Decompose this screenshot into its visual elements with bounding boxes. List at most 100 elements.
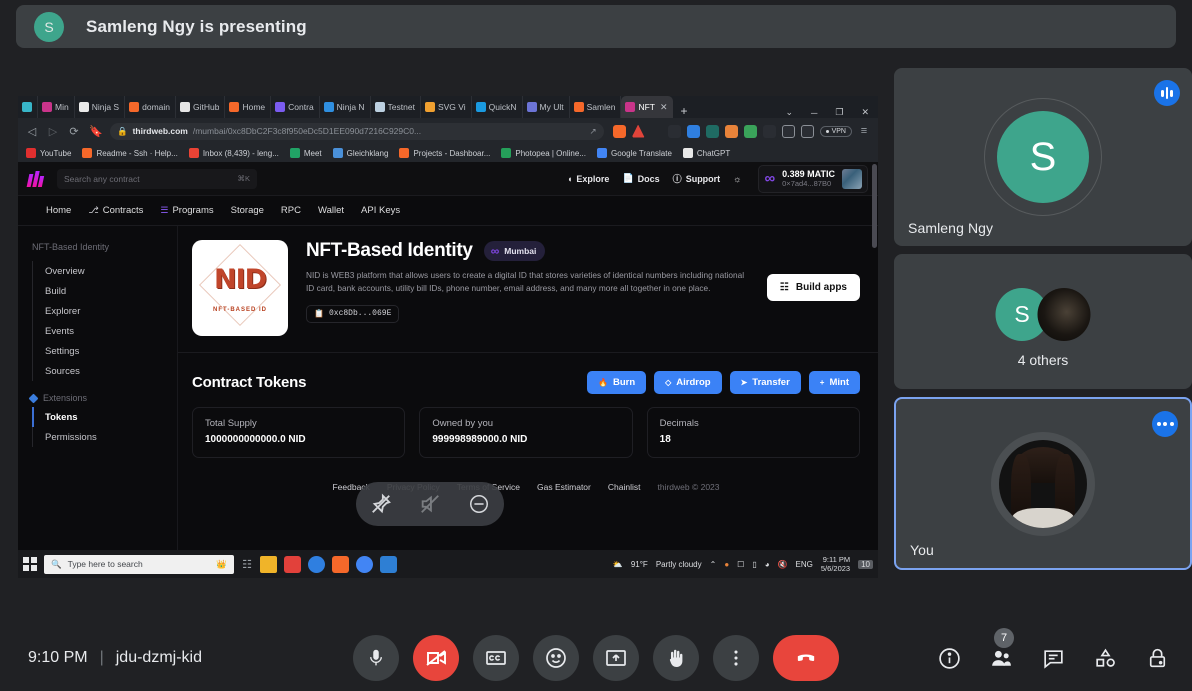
vscode-icon[interactable]: [380, 555, 397, 573]
sidebar-item-build[interactable]: Build: [45, 281, 177, 301]
file-explorer-icon[interactable]: [260, 555, 277, 573]
notification-icon[interactable]: 10: [858, 559, 873, 569]
browser-navbar[interactable]: ◁ ▷ ⟳ 🔖 🔒 thirdweb.com /mumbai/0xc8DbC2F…: [18, 118, 878, 144]
window-controls[interactable]: ⌄ ─ ❐ ✕: [776, 107, 878, 118]
thirdweb-tab-api-keys[interactable]: API Keys: [361, 205, 400, 216]
ext-teal-icon[interactable]: [705, 124, 719, 138]
share-overlay-controls[interactable]: [356, 482, 504, 526]
contract-sidebar[interactable]: NFT-Based Identity Overview Build Explorer…: [18, 226, 178, 550]
sidebar-item-permissions[interactable]: Permissions: [45, 427, 177, 447]
participant-tile-others[interactable]: S 4 others: [894, 254, 1192, 389]
camera-button[interactable]: [413, 635, 459, 681]
bookmark-item[interactable]: Readme - Ssh · Help...: [82, 148, 178, 158]
thirdweb-tab-home[interactable]: Home: [46, 205, 71, 216]
captions-button[interactable]: [473, 635, 519, 681]
windows-taskbar[interactable]: 🔍 Type here to search 👑 ☷ ⛅ 91°F Partly …: [18, 550, 878, 578]
sidebar-item-settings[interactable]: Settings: [45, 341, 177, 361]
thirdweb-tab-contracts[interactable]: ⎇ Contracts: [88, 205, 143, 216]
bookmark-item[interactable]: YouTube: [26, 148, 71, 158]
people-button[interactable]: 7: [988, 628, 1014, 671]
language-indicator[interactable]: ENG: [796, 560, 813, 569]
browser-extensions[interactable]: VPN ≡: [667, 124, 870, 138]
taskbar-tray[interactable]: ⛅ 91°F Partly cloudy ⌃ ● ☐ ▯ ◕ 🔇 ENG 9:1…: [613, 555, 873, 574]
browser-tab[interactable]: QuickN: [472, 96, 523, 118]
mute-icon[interactable]: [419, 493, 441, 515]
wallet-icon[interactable]: [800, 124, 814, 138]
browser-tab[interactable]: GitHub: [176, 96, 226, 118]
mint-button[interactable]: + Mint: [808, 371, 860, 394]
burn-button[interactable]: 🔥 Burn: [586, 371, 647, 394]
bookmarks-bar[interactable]: YouTube Readme - Ssh · Help... Inbox (8,43…: [18, 144, 878, 162]
browser-tabstrip[interactable]: Min Ninja S domain GitHub Home Contra Ninja N T…: [18, 96, 878, 118]
browser-tab[interactable]: Testnet: [371, 96, 421, 118]
more-options-icon[interactable]: [1152, 411, 1178, 437]
explore-link[interactable]: ◖ Explore: [567, 174, 609, 184]
chain-badge[interactable]: ∞ Mumbai: [483, 241, 546, 261]
sidebar-item-overview[interactable]: Overview: [45, 261, 177, 281]
puzzle-icon[interactable]: [762, 124, 776, 138]
airdrop-button[interactable]: ◇ Airdrop: [654, 371, 722, 394]
close-tab-icon[interactable]: ✕: [660, 102, 668, 113]
support-link[interactable]: ⓘ Support: [673, 172, 721, 185]
bookmark-item[interactable]: Meet: [289, 148, 322, 158]
start-button-icon[interactable]: [23, 557, 37, 571]
participant-tile-presenter[interactable]: S Samleng Ngy: [894, 68, 1192, 246]
wallet-button[interactable]: ∞ 0.389 MATIC 0×7ad4...87B0: [758, 164, 868, 193]
meet-side-actions[interactable]: 7: [936, 628, 1170, 671]
browser-tab[interactable]: [18, 96, 38, 118]
close-window-icon[interactable]: ✕: [852, 107, 878, 118]
browser-tab[interactable]: Ninja N: [320, 96, 371, 118]
bookmark-item[interactable]: Gleichklang: [332, 148, 388, 158]
metamask-icon[interactable]: [724, 124, 738, 138]
theme-toggle[interactable]: ☼: [733, 174, 741, 184]
address-bar[interactable]: 🔒 thirdweb.com /mumbai/0xc8DbC2F3c8f950e…: [110, 122, 604, 140]
minimize-overlay-icon[interactable]: [468, 493, 490, 515]
tray-expand-icon[interactable]: ⌃: [710, 560, 717, 569]
browser-tab[interactable]: Home: [225, 96, 272, 118]
browser-tab[interactable]: domain: [125, 96, 176, 118]
bookmark-item[interactable]: ChatGPT: [682, 148, 730, 158]
sidebar-item-explorer[interactable]: Explorer: [45, 301, 177, 321]
volume-muted-icon[interactable]: 🔇: [778, 560, 788, 569]
browser-tab[interactable]: Contra: [271, 96, 320, 118]
browser-tab[interactable]: Min: [38, 96, 75, 118]
tray-usb-icon[interactable]: ▯: [752, 560, 756, 569]
thirdweb-nav-right[interactable]: ◖ Explore 📄 Docs ⓘ Support ☼ ∞ 0.389 MATIC …: [567, 164, 868, 193]
sidebar-item-sources[interactable]: Sources: [45, 361, 177, 381]
thirdweb-footer[interactable]: FeedbackPrivacy PolicyTerms of ServiceGa…: [192, 482, 860, 492]
minimize-icon[interactable]: ─: [802, 108, 826, 118]
present-button[interactable]: [593, 635, 639, 681]
browser-tab[interactable]: Samlen: [570, 96, 622, 118]
browser-tab[interactable]: Ninja S: [75, 96, 126, 118]
thirdweb-tab-programs[interactable]: ☰ Programs: [160, 205, 213, 216]
forward-icon[interactable]: ▷: [47, 125, 59, 138]
host-controls-button[interactable]: [1144, 645, 1170, 671]
tab-search-icon[interactable]: ⌄: [776, 107, 802, 118]
build-apps-button[interactable]: ☷ Build apps: [766, 274, 860, 301]
share-icon[interactable]: ↗: [589, 126, 596, 137]
raise-hand-button[interactable]: [653, 635, 699, 681]
activities-button[interactable]: [1092, 645, 1118, 671]
thirdweb-tabs[interactable]: Home ⎇ Contracts ☰ Programs Storage RPC Wallet A…: [18, 196, 878, 226]
leave-call-button[interactable]: [773, 635, 839, 681]
browser-tab[interactable]: SVG Vi: [421, 96, 472, 118]
ext-blue-icon[interactable]: [686, 124, 700, 138]
store-icon[interactable]: [284, 555, 301, 573]
ext-green-icon[interactable]: [743, 124, 757, 138]
page-scrollbar[interactable]: [872, 164, 877, 248]
bookmark-item[interactable]: Inbox (8,439) - leng...: [188, 148, 279, 158]
transfer-button[interactable]: ➤ Transfer: [729, 371, 801, 394]
brave-icon[interactable]: [612, 124, 626, 138]
sidebar-item-events[interactable]: Events: [45, 321, 177, 341]
bookmark-icon[interactable]: 🔖: [89, 125, 103, 138]
vpn-button[interactable]: VPN: [819, 125, 852, 137]
sidebar-toggle-icon[interactable]: [781, 124, 795, 138]
back-icon[interactable]: ◁: [26, 125, 38, 138]
task-view-icon[interactable]: ☷: [241, 558, 253, 571]
browser-tab[interactable]: NFT ✕: [621, 96, 673, 118]
docs-link[interactable]: 📄 Docs: [622, 173, 659, 184]
chrome-icon[interactable]: [356, 555, 373, 573]
browser-tab[interactable]: My Ult: [523, 96, 570, 118]
chat-button[interactable]: [1040, 645, 1066, 671]
bookmark-item[interactable]: Google Translate: [596, 148, 672, 158]
